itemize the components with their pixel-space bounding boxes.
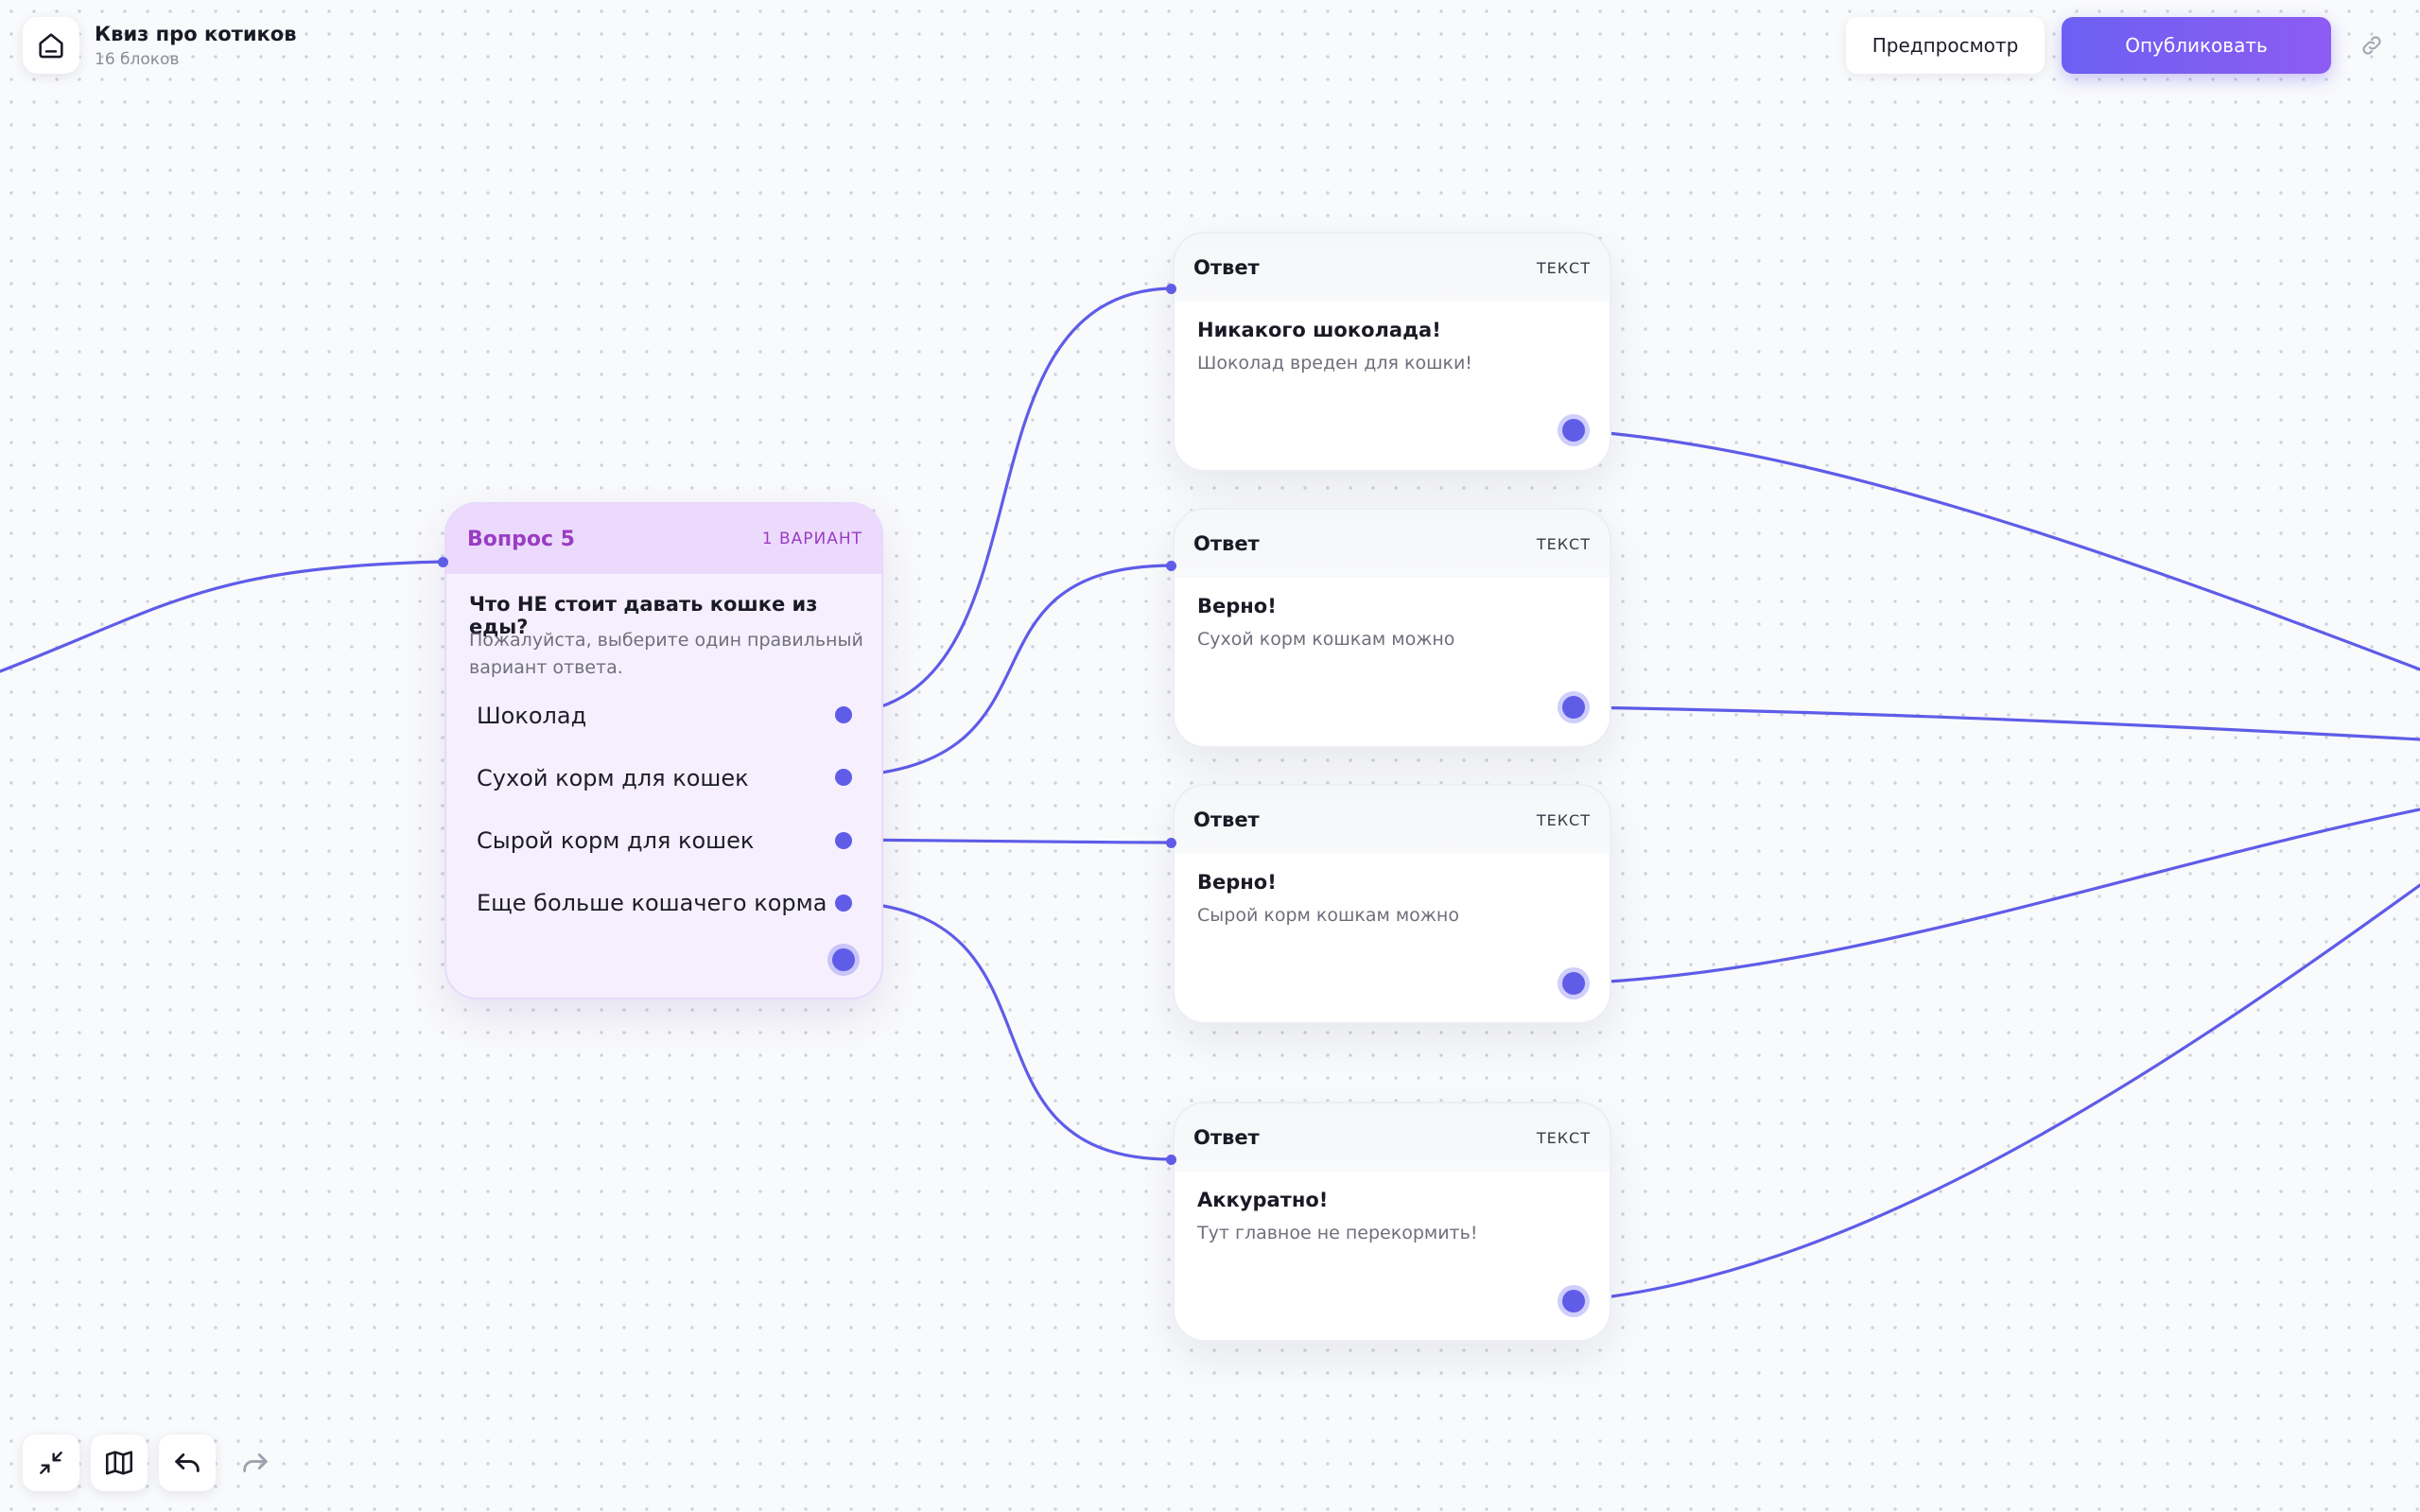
option-port-2[interactable] — [835, 769, 852, 786]
answer-input-port-2[interactable] — [1166, 561, 1176, 571]
undo-icon — [175, 1453, 200, 1472]
answer-heading: Никакого шоколада! — [1197, 319, 1441, 341]
answer-heading: Аккуратно! — [1197, 1189, 1329, 1211]
answer-input-port-1[interactable] — [1166, 284, 1176, 294]
answer-type-badge: ТЕКСТ — [1536, 258, 1591, 277]
question-hint: Пожалуйста, выберите один правильный вар… — [469, 630, 863, 678]
fit-view-button[interactable] — [23, 1434, 79, 1491]
answer-node-header[interactable]: Ответ ТЕКСТ — [1175, 786, 1610, 854]
answer-text: Сухой корм кошкам можно — [1197, 629, 1455, 650]
answer-heading: Верно! — [1197, 595, 1277, 617]
option-label-4: Еще больше кошачего корма — [477, 890, 827, 916]
question-type-badge: 1 ВАРИАНТ — [761, 530, 862, 548]
question-node-title: Вопрос 5 — [467, 527, 575, 551]
wire-answer-1-out[interactable] — [1570, 428, 2420, 671]
undo-button[interactable] — [159, 1434, 216, 1491]
option-label-1: Шоколад — [477, 703, 587, 729]
answer-output-port[interactable] — [1562, 696, 1585, 719]
minimap-button[interactable] — [91, 1434, 148, 1491]
answer-node-4[interactable]: Ответ ТЕКСТ Аккуратно! Тут главное не пе… — [1173, 1102, 1611, 1342]
option-label-2: Сухой корм для кошек — [477, 765, 749, 791]
question-output-port[interactable] — [832, 948, 855, 971]
answer-type-badge: ТЕКСТ — [1536, 1128, 1591, 1147]
answer-type-badge: ТЕКСТ — [1536, 810, 1591, 829]
option-port-3[interactable] — [835, 832, 852, 849]
wire-option-3[interactable] — [842, 838, 1173, 844]
answer-node-header[interactable]: Ответ ТЕКСТ — [1175, 234, 1610, 302]
answer-node-title: Ответ — [1193, 256, 1260, 279]
wire-answer-4-out[interactable] — [1570, 883, 2420, 1303]
home-button[interactable] — [23, 17, 79, 74]
preview-button[interactable]: Предпросмотр — [1846, 17, 2045, 74]
wire-answer-2-out[interactable] — [1570, 705, 2420, 741]
answer-input-port-4[interactable] — [1166, 1155, 1176, 1165]
answer-input-port-3[interactable] — [1166, 838, 1176, 848]
answer-output-port[interactable] — [1562, 1290, 1585, 1312]
link-icon — [2362, 36, 2381, 55]
answer-text: Сырой корм кошкам можно — [1197, 905, 1459, 926]
redo-button[interactable] — [227, 1434, 284, 1491]
answer-heading: Верно! — [1197, 871, 1277, 894]
collapse-icon — [40, 1451, 62, 1474]
wire-option-1[interactable] — [842, 287, 1173, 716]
answer-text: Тут главное не перекормить! — [1197, 1223, 1478, 1243]
answer-node-header[interactable]: Ответ ТЕКСТ — [1175, 510, 1610, 578]
answer-node-title: Ответ — [1193, 532, 1260, 555]
question-input-port[interactable] — [438, 557, 448, 567]
option-label-3: Сырой корм для кошек — [477, 827, 755, 854]
answer-output-port[interactable] — [1562, 972, 1585, 995]
wire-incoming[interactable] — [0, 560, 444, 673]
question-node[interactable]: Вопрос 5 1 ВАРИАНТ Что НЕ стоит давать к… — [444, 502, 883, 999]
copy-link-button[interactable] — [2347, 21, 2396, 70]
map-icon — [105, 1451, 133, 1475]
answer-node-2[interactable]: Ответ ТЕКСТ Верно! Сухой корм кошкам мож… — [1173, 508, 1611, 748]
project-block-count: 16 блоков — [95, 50, 180, 69]
answer-output-port[interactable] — [1562, 419, 1585, 442]
redo-icon — [243, 1453, 268, 1472]
option-port-4[interactable] — [835, 895, 852, 912]
project-title: Квиз про котиков — [95, 23, 297, 45]
wire-answer-3-out[interactable] — [1570, 808, 2420, 985]
answer-node-3[interactable]: Ответ ТЕКСТ Верно! Сырой корм кошкам мож… — [1173, 784, 1611, 1024]
answer-text: Шоколад вреден для кошки! — [1197, 353, 1472, 374]
question-node-header[interactable]: Вопрос 5 1 ВАРИАНТ — [446, 504, 881, 574]
option-port-1[interactable] — [835, 706, 852, 723]
wire-option-4[interactable] — [842, 900, 1173, 1161]
answer-node-title: Ответ — [1193, 808, 1260, 831]
answer-type-badge: ТЕКСТ — [1536, 534, 1591, 553]
wire-option-2[interactable] — [842, 564, 1173, 778]
answer-node-1[interactable]: Ответ ТЕКСТ Никакого шоколада! Шоколад в… — [1173, 232, 1611, 472]
publish-button[interactable]: Опубликовать — [2062, 17, 2331, 74]
answer-node-header[interactable]: Ответ ТЕКСТ — [1175, 1104, 1610, 1172]
home-icon — [39, 33, 63, 59]
answer-node-title: Ответ — [1193, 1126, 1260, 1149]
